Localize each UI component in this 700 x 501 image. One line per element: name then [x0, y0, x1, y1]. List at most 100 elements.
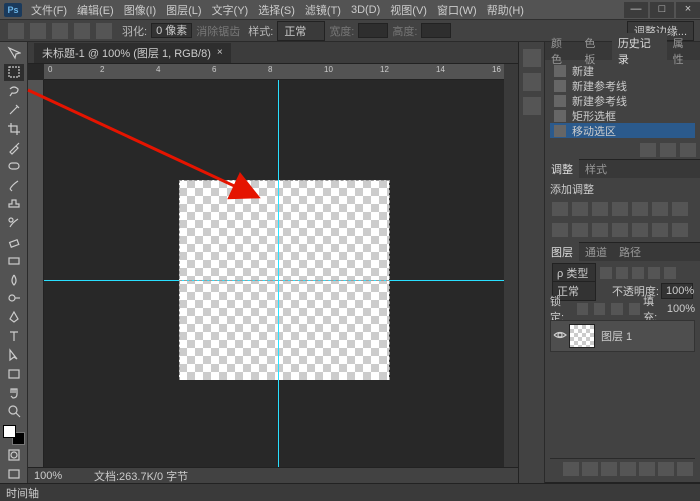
menu-filter[interactable]: 滤镜(T) [302, 0, 344, 20]
fill-field[interactable]: 100% [667, 303, 695, 315]
layer-thumbnail[interactable] [569, 324, 595, 348]
wand-tool[interactable] [4, 102, 24, 119]
ruler-horizontal[interactable]: 0 2 4 6 8 10 12 14 16 [44, 64, 504, 80]
menu-3d[interactable]: 3D(D) [348, 2, 383, 18]
adj-levels-icon[interactable] [572, 202, 588, 216]
window-close[interactable]: × [676, 2, 700, 18]
layer-link-button[interactable] [563, 462, 579, 476]
history-brush-tool[interactable] [4, 215, 24, 232]
adj-photo-filter-icon[interactable] [572, 223, 588, 237]
tab-adjustments[interactable]: 调整 [545, 159, 579, 179]
window-minimize[interactable]: — [624, 2, 648, 18]
gradient-tool[interactable] [4, 252, 24, 269]
selection-mode-new-icon[interactable] [30, 23, 46, 39]
adj-invert-icon[interactable] [632, 223, 648, 237]
crop-tool[interactable] [4, 120, 24, 137]
style-select[interactable]: 正常 [277, 21, 325, 41]
move-tool[interactable] [4, 45, 24, 62]
history-step[interactable]: 新建参考线 [550, 93, 695, 108]
history-new-snapshot-button[interactable] [640, 143, 656, 157]
history-step[interactable]: 矩形选框 [550, 108, 695, 123]
panel-icon-brush-presets[interactable] [523, 49, 541, 67]
filter-smart-icon[interactable] [664, 267, 676, 279]
dodge-tool[interactable] [4, 290, 24, 307]
brush-tool[interactable] [4, 177, 24, 194]
history-step[interactable]: 移动选区 [550, 123, 695, 138]
adj-posterize-icon[interactable] [652, 223, 668, 237]
menu-edit[interactable]: 编辑(E) [74, 0, 117, 20]
screenmode-toggle[interactable] [4, 465, 24, 482]
hand-tool[interactable] [4, 384, 24, 401]
filter-adjust-icon[interactable] [616, 267, 628, 279]
document-tab[interactable]: 未标题-1 @ 100% (图层 1, RGB/8) × [34, 43, 231, 63]
tab-properties[interactable]: 属性 [667, 33, 700, 69]
heal-tool[interactable] [4, 158, 24, 175]
filter-shape-icon[interactable] [648, 267, 660, 279]
adj-exposure-icon[interactable] [612, 202, 628, 216]
zoom-field[interactable]: 100% [28, 470, 82, 482]
adj-curves-icon[interactable] [592, 202, 608, 216]
lasso-tool[interactable] [4, 83, 24, 100]
path-select-tool[interactable] [4, 347, 24, 364]
menu-window[interactable]: 窗口(W) [434, 0, 480, 20]
panel-icon-paragraph[interactable] [523, 97, 541, 115]
layer-mask-button[interactable] [601, 462, 617, 476]
selection-mode-intersect-icon[interactable] [96, 23, 112, 39]
adj-hue-icon[interactable] [652, 202, 668, 216]
tab-channels[interactable]: 通道 [579, 242, 613, 262]
layer-visibility-toggle[interactable] [551, 328, 569, 345]
blur-tool[interactable] [4, 271, 24, 288]
layer-new-button[interactable] [658, 462, 674, 476]
tab-paths[interactable]: 路径 [613, 242, 647, 262]
menu-image[interactable]: 图像(I) [121, 0, 159, 20]
tab-layers[interactable]: 图层 [545, 242, 579, 262]
timeline-panel[interactable]: 时间轴 [0, 483, 700, 501]
selection-mode-subtract-icon[interactable] [74, 23, 90, 39]
layer-row[interactable]: 图层 1 [550, 320, 695, 352]
layer-adjust-button[interactable] [620, 462, 636, 476]
layer-filter-kind[interactable]: ρ 类型 [552, 263, 596, 283]
marquee-tool[interactable] [4, 64, 24, 81]
menu-view[interactable]: 视图(V) [387, 0, 430, 20]
menu-layer[interactable]: 图层(L) [163, 0, 204, 20]
eyedropper-tool[interactable] [4, 139, 24, 156]
window-maximize[interactable]: □ [650, 2, 674, 18]
adj-brightness-icon[interactable] [552, 202, 568, 216]
history-delete-button[interactable] [680, 143, 696, 157]
eraser-tool[interactable] [4, 233, 24, 250]
menu-type[interactable]: 文字(Y) [209, 0, 252, 20]
layer-delete-button[interactable] [677, 462, 693, 476]
adj-lookup-icon[interactable] [612, 223, 628, 237]
menu-help[interactable]: 帮助(H) [484, 0, 527, 20]
stamp-tool[interactable] [4, 196, 24, 213]
selection-mode-add-icon[interactable] [52, 23, 68, 39]
lock-transparent-icon[interactable] [577, 303, 588, 315]
lock-all-icon[interactable] [629, 303, 640, 315]
guide-vertical[interactable] [278, 80, 279, 467]
history-step[interactable]: 新建参考线 [550, 78, 695, 93]
pen-tool[interactable] [4, 309, 24, 326]
tab-history[interactable]: 历史记录 [612, 33, 667, 69]
color-swatches[interactable] [3, 425, 25, 446]
quickmask-toggle[interactable] [4, 446, 24, 463]
adj-balance-icon[interactable] [672, 202, 688, 216]
layer-name[interactable]: 图层 1 [601, 328, 632, 344]
feather-field[interactable]: 0 像素 [151, 23, 192, 38]
menu-select[interactable]: 选择(S) [255, 0, 298, 20]
adj-mixer-icon[interactable] [592, 223, 608, 237]
type-tool[interactable] [4, 328, 24, 345]
zoom-tool[interactable] [4, 403, 24, 420]
canvas-viewport[interactable] [44, 80, 504, 467]
tab-styles[interactable]: 样式 [579, 159, 613, 179]
adj-threshold-icon[interactable] [672, 223, 688, 237]
adj-vibrance-icon[interactable] [632, 202, 648, 216]
rectangle-tool[interactable] [4, 365, 24, 382]
doc-info[interactable]: 文档:263.7K/0 字节 [94, 468, 188, 484]
scrollbar-vertical[interactable] [504, 64, 518, 469]
ruler-vertical[interactable] [28, 80, 44, 467]
panel-icon-characters[interactable] [523, 73, 541, 91]
menu-file[interactable]: 文件(F) [28, 0, 70, 20]
adj-bw-icon[interactable] [552, 223, 568, 237]
foreground-color-swatch[interactable] [3, 425, 16, 438]
layer-group-button[interactable] [639, 462, 655, 476]
